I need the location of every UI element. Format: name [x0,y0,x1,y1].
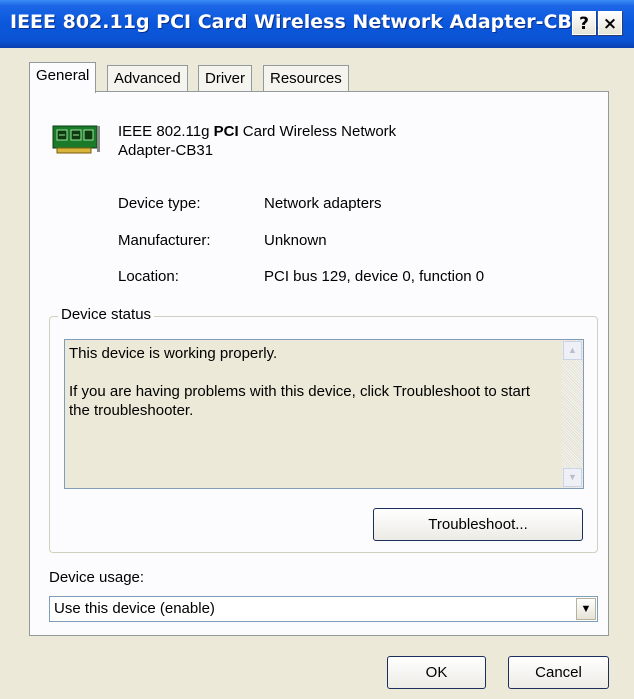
device-name-part1: IEEE 802.11g [118,123,214,140]
tab-driver[interactable]: Driver [198,65,252,91]
device-type-label: Device type: [118,195,201,212]
device-status-legend: Device status [58,306,155,323]
dropdown-arrow-icon[interactable]: ▼ [576,598,596,620]
location-label: Location: [118,268,179,285]
device-type-value: Network adapters [264,195,382,212]
device-name-line2: Adapter-CB31 [118,142,214,159]
device-name-part2: Card Wireless Network [238,123,397,140]
scroll-down-icon[interactable]: ▼ [563,468,582,487]
device-usage-label: Device usage: [49,569,145,586]
window-title: IEEE 802.11g PCI Card Wireless Network A… [10,11,613,33]
tab-resources[interactable]: Resources [263,65,349,91]
location-value: PCI bus 129, device 0, function 0 [264,268,485,285]
scroll-up-icon[interactable]: ▲ [563,341,582,360]
ok-button[interactable]: OK [387,656,486,689]
troubleshoot-button[interactable]: Troubleshoot... [373,508,583,541]
device-status-textbox[interactable]: This device is working properly. If you … [64,339,584,489]
manufacturer-value: Unknown [264,232,327,249]
help-button[interactable]: ? [572,11,596,35]
manufacturer-label: Manufacturer: [118,232,211,249]
status-line-2: If you are having problems with this dev… [69,383,531,419]
title-bar[interactable]: IEEE 802.11g PCI Card Wireless Network A… [0,0,634,48]
tab-advanced[interactable]: Advanced [107,65,188,91]
status-line-1: This device is working properly. [69,345,278,362]
status-scrollbar[interactable]: ▲ ▼ [562,340,583,488]
network-card-icon [52,125,100,154]
device-name-bold: PCI [213,123,239,140]
device-name: IEEE 802.11g PCI Card Wireless Network A… [118,122,396,160]
cancel-button[interactable]: Cancel [508,656,609,689]
device-usage-select[interactable]: Use this device (enable) ▼ [49,596,598,622]
device-status-text: This device is working properly. If you … [69,344,549,439]
tab-general[interactable]: General [29,62,97,93]
close-button[interactable]: × [598,11,622,35]
device-usage-value: Use this device (enable) [54,600,215,617]
